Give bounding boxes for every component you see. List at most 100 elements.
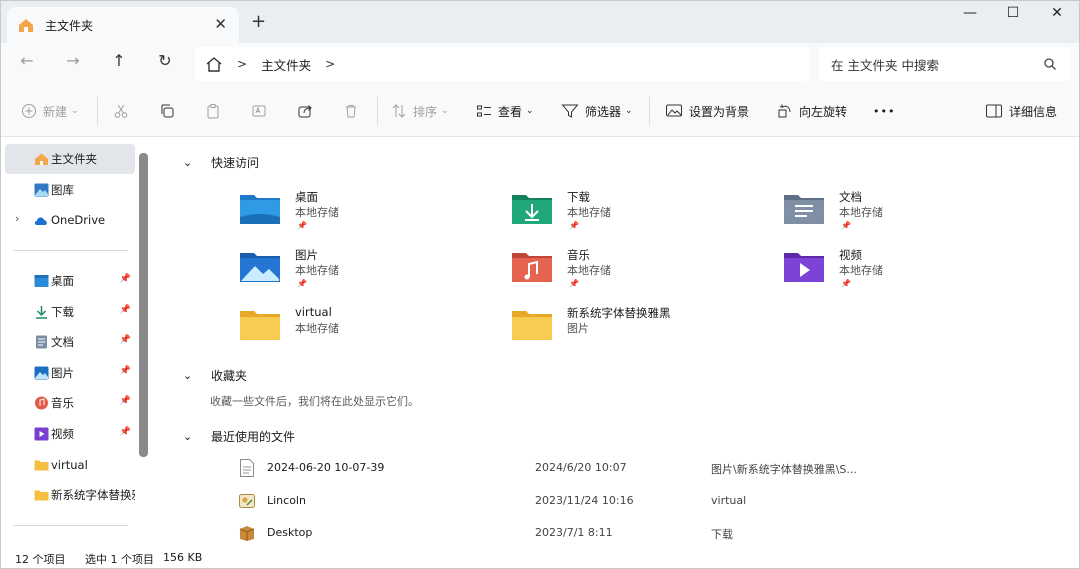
sidebar-item-label: virtual: [51, 458, 88, 472]
pin-icon[interactable]: 📌: [120, 305, 131, 315]
sidebar-item-virtual[interactable]: virtual: [5, 450, 135, 480]
new-button[interactable]: 新建 ⌄: [21, 99, 79, 123]
selection-count: 选中 1 个项目: [85, 553, 154, 566]
quick-item-documents[interactable]: 文档 本地存储 📌: [783, 189, 1033, 235]
pin-icon[interactable]: 📌: [120, 335, 131, 345]
sidebar-scrollbar[interactable]: [139, 153, 148, 457]
recent-row[interactable]: 2024-06-20 10-07-39 2024/6/20 10:07 图片\新…: [239, 453, 1059, 483]
divider: [649, 97, 650, 125]
wallpaper-icon: [666, 104, 682, 117]
pin-icon[interactable]: 📌: [120, 366, 131, 376]
filter-label: 筛选器: [585, 104, 622, 119]
chevron-right-icon[interactable]: >: [325, 57, 335, 71]
home-outline-icon[interactable]: [205, 56, 223, 72]
chevron-down-icon[interactable]: ⌄: [183, 369, 195, 382]
section-favorites[interactable]: ⌄ 收藏夹: [183, 367, 247, 384]
close-button[interactable]: ✕: [1034, 5, 1079, 27]
rotate-left-button[interactable]: 向左旋转: [777, 99, 847, 123]
delete-button[interactable]: [343, 99, 365, 123]
item-name: 桌面: [295, 190, 318, 204]
recent-file-name: Lincoln: [267, 494, 306, 507]
back-arrow-icon[interactable]: ←: [13, 51, 41, 75]
chevron-down-icon: ⌄: [71, 106, 79, 116]
onedrive-cloud-icon: [34, 217, 47, 225]
recent-row[interactable]: Lincoln 2023/11/24 10:16 virtual: [239, 486, 1059, 516]
sort-button[interactable]: 排序 ⌄: [391, 99, 449, 123]
recent-row[interactable]: Desktop 2023/7/1 8:11 下载: [239, 518, 1059, 548]
item-name: 图片: [295, 248, 318, 262]
item-name: 新系统字体替换雅黑: [567, 306, 671, 320]
quick-item-pictures[interactable]: 图片 本地存储 📌: [239, 247, 489, 293]
filter-button[interactable]: 筛选器 ⌄: [561, 99, 633, 123]
quick-item-music[interactable]: 音乐 本地存储 📌: [511, 247, 761, 293]
share-button[interactable]: [297, 99, 319, 123]
section-heading: 快速访问: [211, 156, 260, 170]
item-count: 12 个项目: [15, 553, 66, 566]
recent-file-location: 图片\新系统字体替换雅黑\S...: [711, 463, 857, 476]
quick-item-videos[interactable]: 视频 本地存储 📌: [783, 247, 1033, 293]
pin-icon[interactable]: 📌: [120, 274, 131, 284]
video-icon: [34, 427, 49, 441]
minimize-button[interactable]: —: [947, 5, 993, 27]
item-name: virtual: [295, 305, 332, 319]
sidebar-item-downloads[interactable]: 下载 📌: [5, 297, 135, 327]
copy-button[interactable]: [159, 99, 181, 123]
videos-folder-icon: [784, 253, 824, 282]
favorites-empty-message: 收藏一些文件后，我们将在此处显示它们。: [210, 395, 419, 408]
sidebar-item-videos[interactable]: 视频 📌: [5, 419, 135, 449]
section-recent-files[interactable]: ⌄ 最近使用的文件: [183, 428, 295, 445]
search-placeholder[interactable]: 在 主文件夹 中搜索: [831, 55, 939, 74]
refresh-icon[interactable]: ↻: [151, 51, 179, 75]
paste-button[interactable]: [205, 99, 227, 123]
view-button[interactable]: 查看 ⌄: [476, 99, 534, 123]
quick-item-font-folder[interactable]: 新系统字体替换雅黑 图片: [511, 305, 761, 351]
up-arrow-icon[interactable]: ↑: [105, 51, 133, 75]
plus-circle-icon: [22, 104, 36, 118]
chevron-down-icon: ⌄: [625, 106, 633, 116]
quick-item-desktop[interactable]: 桌面 本地存储 📌: [239, 189, 489, 235]
folder-icon: [512, 311, 552, 340]
pin-icon: 📌: [297, 279, 307, 288]
home-icon: [19, 19, 33, 32]
search-box[interactable]: 在 主文件夹 中搜索: [819, 47, 1071, 81]
maximize-button[interactable]: ☐: [990, 5, 1036, 27]
cut-button[interactable]: [113, 99, 135, 123]
quick-item-downloads[interactable]: 下载 本地存储 📌: [511, 189, 761, 235]
tab-title: 主文件夹: [45, 18, 94, 33]
new-tab-button[interactable]: +: [251, 11, 266, 32]
chevron-right-icon[interactable]: ›: [15, 212, 19, 225]
sidebar-item-font-folder[interactable]: 新系统字体替换雅: [5, 480, 135, 510]
home-icon: [35, 153, 48, 165]
tab-home[interactable]: 主文件夹 ✕: [7, 7, 239, 43]
item-location: 本地存储: [839, 264, 883, 277]
sidebar-item-music[interactable]: 音乐 📌: [5, 388, 135, 418]
address-bar[interactable]: > 主文件夹 >: [195, 47, 809, 81]
sidebar-item-pictures[interactable]: 图片 📌: [5, 358, 135, 388]
quick-item-virtual[interactable]: virtual 本地存储: [239, 305, 489, 351]
section-heading: 收藏夹: [211, 369, 248, 383]
breadcrumb-home[interactable]: 主文件夹: [261, 55, 311, 74]
section-quick-access[interactable]: ⌄ 快速访问: [183, 154, 259, 171]
more-options-button[interactable]: •••: [873, 99, 895, 123]
details-button[interactable]: 详细信息: [985, 99, 1057, 123]
forward-arrow-icon[interactable]: →: [59, 51, 87, 75]
sidebar-item-onedrive[interactable]: › OneDrive: [5, 205, 135, 235]
pin-icon[interactable]: 📌: [120, 396, 131, 406]
sidebar-item-label: OneDrive: [51, 213, 106, 227]
sidebar-item-desktop[interactable]: 桌面 📌: [5, 266, 135, 296]
set-as-background-button[interactable]: 设置为背景: [665, 99, 749, 123]
chevron-down-icon[interactable]: ⌄: [183, 156, 195, 169]
download-icon: [36, 306, 47, 319]
pin-icon[interactable]: 📌: [120, 427, 131, 437]
sidebar-item-documents[interactable]: 文档 📌: [5, 327, 135, 357]
tab-close-icon[interactable]: ✕: [214, 15, 227, 33]
downloads-folder-icon: [512, 195, 552, 224]
sidebar-item-gallery[interactable]: 图库: [5, 175, 135, 205]
item-location: 本地存储: [839, 206, 883, 219]
set-as-background-label: 设置为背景: [689, 104, 750, 119]
sidebar-item-home[interactable]: 主文件夹: [5, 144, 135, 174]
item-location: 本地存储: [295, 206, 339, 219]
scissors-icon: [114, 104, 128, 118]
rename-button[interactable]: [251, 99, 273, 123]
chevron-down-icon[interactable]: ⌄: [183, 430, 195, 443]
